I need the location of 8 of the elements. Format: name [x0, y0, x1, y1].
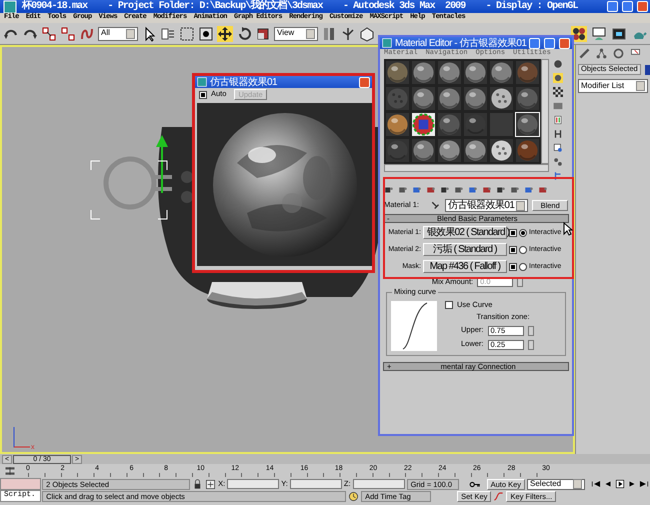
submaterial-button[interactable]: 污垢 ( Standard ): [423, 243, 507, 256]
reference-coordinate-dropdown[interactable]: View: [274, 26, 318, 40]
preview-title: 仿古银器效果01: [210, 76, 278, 88]
modifier-list-dropdown[interactable]: Modifier List: [578, 79, 648, 93]
key-mode-dropdown[interactable]: Selected: [527, 478, 585, 490]
material-name-field[interactable]: 仿古银器效果01: [445, 199, 528, 212]
selection-filter-dropdown[interactable]: All: [98, 26, 138, 40]
submaterial-button[interactable]: Map #436 ( Falloff ): [423, 260, 507, 273]
